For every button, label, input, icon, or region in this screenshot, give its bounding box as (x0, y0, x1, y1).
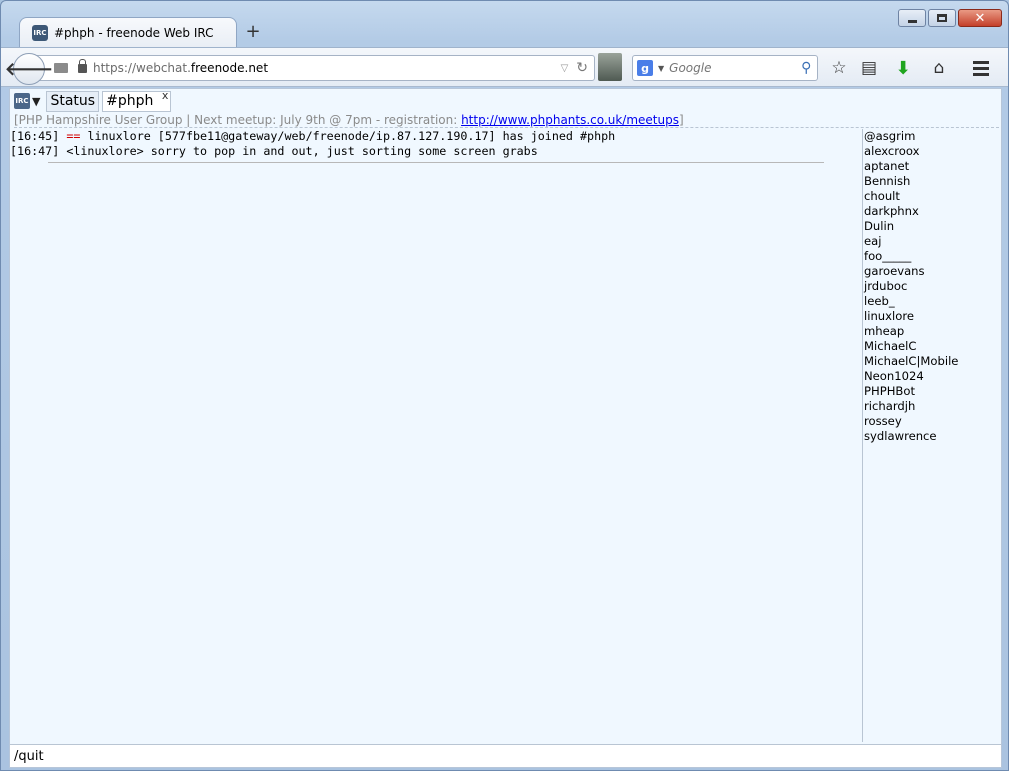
irc-favicon-icon: IRC (32, 24, 48, 41)
message-text: <linuxlore> sorry to pop in and out, jus… (66, 144, 538, 158)
topic-suffix: ] (678, 113, 684, 127)
message-input-bar (10, 744, 1001, 767)
irc-tab-status[interactable]: Status (46, 90, 100, 112)
nick-item[interactable]: darkphnx (864, 204, 1001, 219)
close-icon: ✕ (974, 10, 986, 26)
maximize-icon (937, 14, 947, 22)
message-line: [16:45] == linuxlore [577fbe11@gateway/w… (10, 129, 862, 144)
nick-item[interactable]: MichaelC (864, 339, 1001, 354)
back-button[interactable]: 🡐 (5, 53, 53, 85)
lock-icon (78, 58, 87, 73)
nick-item[interactable]: alexcroox (864, 144, 1001, 159)
message-input[interactable] (10, 748, 1001, 764)
navigation-toolbar: 🡐 https://webchat.freenode.net ▽ ↻ g ▼ ⚲… (1, 47, 1008, 87)
reload-icon[interactable]: ↻ (576, 60, 588, 76)
irc-tab-label: #phph (106, 92, 154, 109)
search-input[interactable] (669, 61, 800, 75)
nick-item[interactable]: Bennish (864, 174, 1001, 189)
message-line: [16:47] <linuxlore> sorry to pop in and … (10, 144, 862, 159)
nick-item[interactable]: eaj (864, 234, 1001, 249)
webirc-page: IRC ▼ Status #phph x [PHP Hampshire User … (9, 88, 1002, 768)
message-log: [16:45] == linuxlore [577fbe11@gateway/w… (10, 129, 862, 742)
nick-item[interactable]: PHPHBot (864, 384, 1001, 399)
nick-item[interactable]: @asgrim (864, 129, 1001, 144)
back-arrow-icon: 🡐 (4, 58, 54, 80)
nick-item[interactable]: MichaelC|Mobile (864, 354, 1001, 369)
maximize-button[interactable] (928, 9, 956, 27)
message-time: [16:45] (10, 129, 60, 143)
url-host: freenode.net (190, 61, 269, 75)
nick-list: @asgrim alexcroox aptanet Bennish choult dark… (862, 129, 1001, 742)
minimize-button[interactable] (898, 9, 926, 27)
hamburger-menu-icon[interactable] (971, 58, 991, 78)
search-bar[interactable]: g ▼ ⚲ (632, 55, 818, 81)
tab-strip: IRC #phph - freenode Web IRC + ✕ (1, 1, 1009, 47)
nick-item[interactable]: garoevans (864, 264, 1001, 279)
close-window-button[interactable]: ✕ (958, 9, 1002, 27)
window-controls: ✕ (898, 9, 1002, 27)
nick-item[interactable]: leeb_ (864, 294, 1001, 309)
bookmark-star-icon[interactable]: ☆ (829, 58, 849, 78)
nick-item[interactable]: mheap (864, 324, 1001, 339)
irc-menu-dropdown-icon[interactable]: ▼ (32, 95, 40, 108)
channel-topic: [PHP Hampshire User Group | Next meetup:… (14, 113, 999, 128)
search-icon[interactable]: ⚲ (801, 60, 811, 76)
close-tab-icon[interactable]: x (162, 89, 169, 102)
nick-item[interactable]: richardjh (864, 399, 1001, 414)
topic-prefix: [PHP Hampshire User Group | Next meetup:… (14, 113, 462, 127)
nick-item[interactable]: aptanet (864, 159, 1001, 174)
irc-logo-icon[interactable]: IRC (14, 93, 30, 109)
irc-tab-bar: IRC ▼ Status #phph x (10, 89, 1001, 113)
site-identity-icon[interactable] (54, 63, 68, 73)
irc-tab-phph[interactable]: #phph x (102, 89, 172, 112)
browser-window: IRC #phph - freenode Web IRC + ✕ 🡐 https… (0, 0, 1009, 771)
nick-item[interactable]: Neon1024 (864, 369, 1001, 384)
download-icon[interactable]: ⬇ (893, 58, 913, 79)
last-read-divider (48, 162, 824, 163)
feed-button[interactable] (598, 53, 622, 81)
google-search-engine-icon[interactable]: g (637, 60, 653, 76)
minimize-icon (907, 19, 917, 23)
nick-item[interactable]: foo_____ (864, 249, 1001, 264)
search-engine-dropdown-icon[interactable]: ▼ (658, 64, 664, 73)
url-bar[interactable]: https://webchat.freenode.net ▽ ↻ (31, 55, 595, 81)
topic-link[interactable]: http://www.phphants.co.uk/meetups (461, 113, 679, 127)
message-time: [16:47] (10, 144, 60, 158)
join-marker: == (66, 129, 81, 143)
nick-item[interactable]: sydlawrence (864, 429, 1001, 444)
url-prefix: https://webchat. (93, 61, 191, 75)
new-tab-button[interactable]: + (243, 21, 263, 42)
url-text[interactable]: https://webchat.freenode.net (93, 61, 561, 75)
bookmarks-menu-icon[interactable]: ▤ (859, 58, 879, 78)
nick-item[interactable]: Dulin (864, 219, 1001, 234)
nick-item[interactable]: linuxlore (864, 309, 1001, 324)
home-icon[interactable]: ⌂ (929, 58, 949, 78)
tab-title: #phph - freenode Web IRC (54, 25, 214, 40)
nick-item[interactable]: rossey (864, 414, 1001, 429)
message-text: linuxlore [577fbe11@gateway/web/freenode… (87, 129, 616, 143)
url-history-dropdown-icon[interactable]: ▽ (561, 63, 569, 74)
nick-item[interactable]: jrduboc (864, 279, 1001, 294)
nick-item[interactable]: choult (864, 189, 1001, 204)
browser-tab-active[interactable]: IRC #phph - freenode Web IRC (19, 17, 237, 47)
